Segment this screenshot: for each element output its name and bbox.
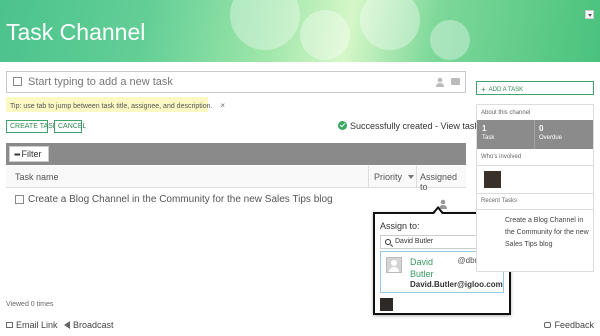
speech-bubble-icon: [544, 322, 552, 328]
column-priority[interactable]: Priority: [374, 172, 415, 182]
popup-pointer-inner: [434, 209, 442, 214]
stat-label: Task: [482, 135, 495, 141]
column-divider: [368, 166, 369, 188]
suggestion-name[interactable]: David Butler: [410, 256, 450, 280]
email-link-button[interactable]: Email Link: [6, 320, 58, 330]
chevron-down-icon[interactable]: [585, 10, 594, 19]
checkbox-icon: [13, 77, 22, 86]
recent-task-link[interactable]: Create a Blog Channel in the Community f…: [505, 215, 593, 251]
column-divider: [416, 166, 417, 188]
avatar: [386, 257, 402, 273]
tip-banner: Tip: use tab to jump between task title,…: [6, 97, 225, 112]
email-link-label: Email Link: [16, 320, 58, 330]
avatar[interactable]: [484, 171, 501, 188]
filter-icon: ▪▪▪: [14, 150, 20, 159]
whos-involved-label: Who's involved: [481, 154, 522, 160]
stat-overdue[interactable]: 0 Overdue: [539, 124, 562, 141]
feedback-label: Feedback: [554, 320, 594, 330]
channel-sidebar: About this channel 1 Task 0 Overdue Who'…: [476, 104, 594, 272]
stat-value: 1: [482, 124, 487, 133]
filter-bar: ▪▪▪ Filter: [6, 143, 466, 165]
filter-button[interactable]: ▪▪▪ Filter: [9, 146, 49, 162]
stat-value: 0: [539, 124, 544, 133]
suggestion-email: David.Butler@igloo.com: [410, 280, 503, 289]
column-priority-label: Priority: [374, 172, 403, 182]
page-title: Task Channel: [6, 19, 146, 45]
about-channel-label: About this channel: [481, 110, 531, 116]
stat-label: Overdue: [539, 135, 563, 141]
divider: [477, 209, 593, 210]
search-icon: [385, 239, 391, 245]
avatar: [380, 298, 393, 311]
create-task-button[interactable]: CREATE TASK: [6, 120, 57, 133]
cancel-button[interactable]: CANCEL: [54, 120, 86, 133]
assignee-search-value: David Butler: [395, 238, 434, 245]
task-table-header: Task name Priority Assigned to: [6, 166, 466, 192]
success-message[interactable]: Successfully created - View task: [338, 121, 479, 131]
check-circle-icon: [338, 121, 347, 130]
channel-stats: 1 Task 0 Overdue: [477, 120, 593, 149]
broadcast-label: Broadcast: [73, 320, 114, 330]
envelope-icon: [6, 322, 13, 328]
success-text[interactable]: Successfully created - View task: [350, 121, 479, 131]
tip-text: Tip: use tab to jump between task title,…: [10, 103, 213, 110]
view-count: Viewed 0 times: [6, 301, 54, 308]
column-task-name[interactable]: Task name: [15, 172, 59, 182]
new-task-input[interactable]: Start typing to add a new task: [6, 71, 466, 93]
stat-divider: [534, 120, 535, 149]
feedback-button[interactable]: Feedback: [544, 320, 594, 330]
task-name[interactable]: Create a Blog Channel in the Community f…: [28, 194, 333, 205]
broadcast-button[interactable]: Broadcast: [64, 320, 114, 330]
divider: [477, 165, 593, 166]
divider: [477, 193, 593, 194]
stat-tasks[interactable]: 1 Task: [482, 124, 494, 141]
close-icon[interactable]: ×: [220, 101, 225, 110]
assign-popup-title: Assign to:: [380, 221, 420, 231]
megaphone-icon: [64, 321, 70, 329]
person-icon[interactable]: [435, 77, 445, 87]
task-checkbox[interactable]: [15, 195, 24, 204]
comment-icon[interactable]: [451, 78, 460, 85]
plus-icon: +: [481, 85, 486, 94]
recent-tasks-label: Recent Tasks: [481, 198, 517, 204]
add-task-label: ADD A TASK: [488, 87, 524, 93]
channel-banner: Task Channel: [0, 0, 600, 62]
sort-caret-icon[interactable]: [408, 175, 415, 179]
add-task-button[interactable]: + ADD A TASK: [476, 81, 594, 95]
new-task-placeholder: Start typing to add a new task: [28, 76, 173, 88]
filter-label: Filter: [21, 149, 42, 159]
